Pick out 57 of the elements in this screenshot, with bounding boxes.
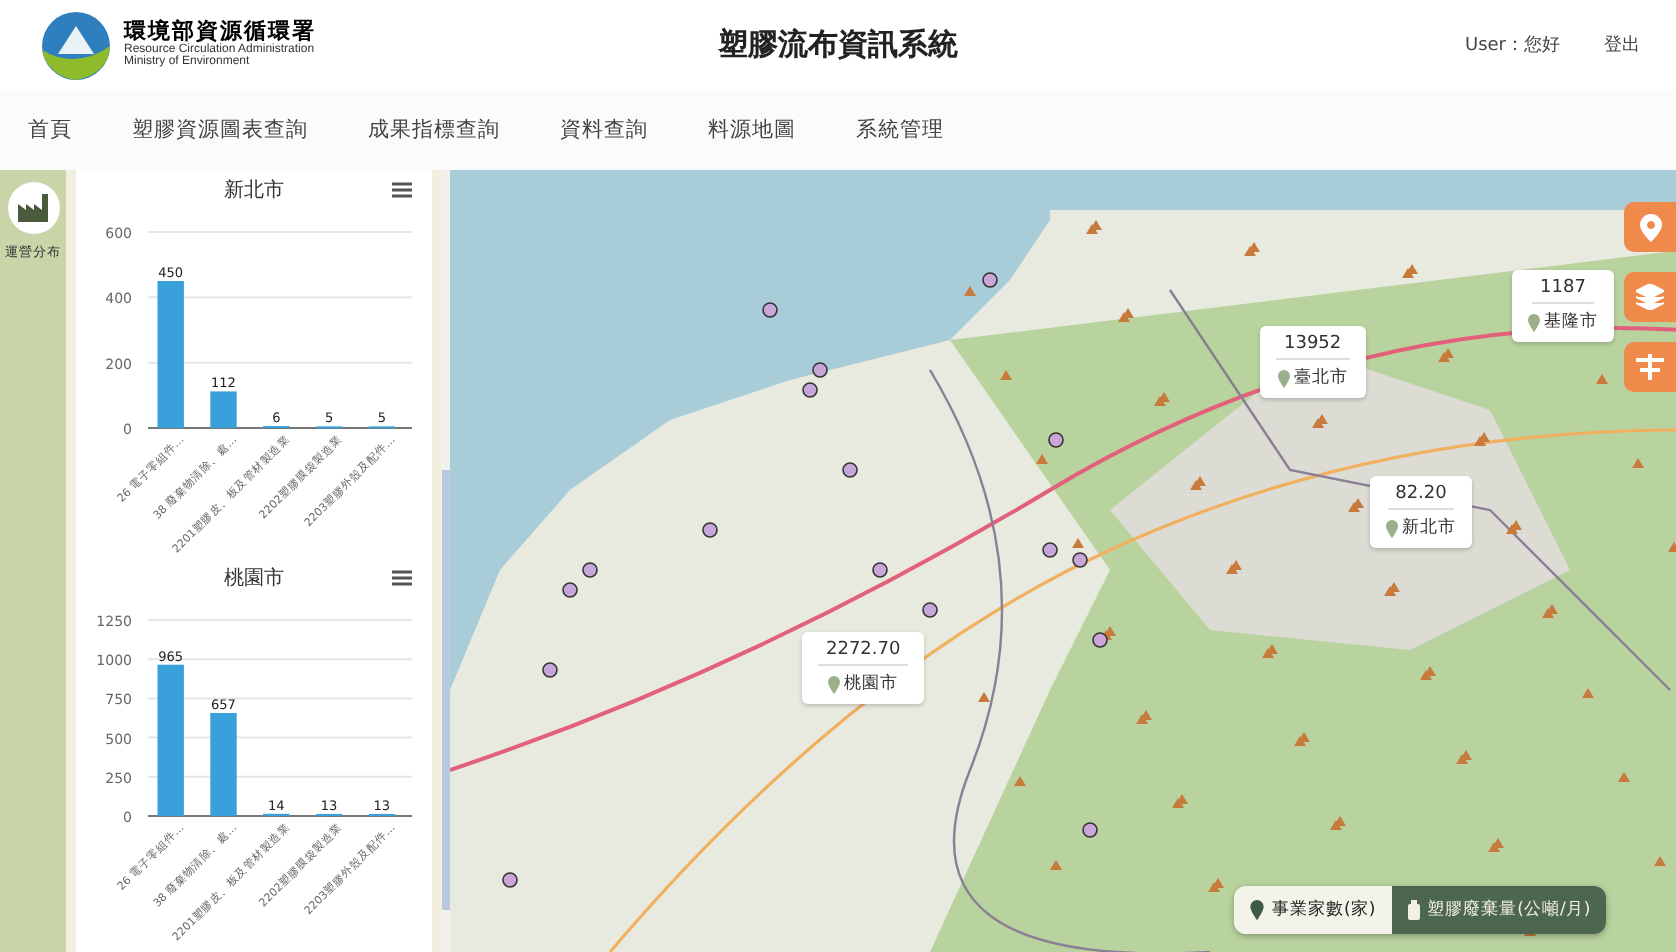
- map-pin-icon: [828, 675, 841, 693]
- map-marker[interactable]: [982, 272, 998, 288]
- factory-icon: [15, 192, 51, 224]
- map-marker[interactable]: [922, 602, 938, 618]
- map-marker[interactable]: [1072, 552, 1088, 568]
- map-marker[interactable]: [802, 382, 818, 398]
- rail-button[interactable]: [7, 182, 59, 234]
- nav-item[interactable]: 料源地圖: [708, 116, 796, 144]
- nav-item[interactable]: 系統管理: [856, 116, 944, 144]
- map-marker[interactable]: [812, 362, 828, 378]
- popup-value: 1187: [1532, 278, 1594, 304]
- map-marker[interactable]: [562, 582, 578, 598]
- chart-title: 新北市: [224, 177, 284, 204]
- map-marker[interactable]: [582, 562, 598, 578]
- layer-toggle[interactable]: 塑膠廢棄量(公噸/月): [1391, 886, 1607, 934]
- signpost-icon: [1636, 354, 1664, 380]
- organization-name: 環境部資源循環署: [124, 20, 316, 44]
- popup-city: 新北市: [1402, 516, 1456, 540]
- menu-icon[interactable]: [392, 570, 412, 586]
- nav-item[interactable]: 成果指標查詢: [368, 116, 500, 144]
- logout-link[interactable]: 登出: [1604, 32, 1640, 58]
- map-marker[interactable]: [1082, 822, 1098, 838]
- popup-city: 臺北市: [1293, 366, 1348, 390]
- chart-title: 桃園市: [224, 565, 284, 592]
- layers-icon: [1636, 284, 1664, 310]
- map-marker[interactable]: [542, 662, 558, 678]
- map-marker[interactable]: [502, 872, 518, 888]
- map-popup[interactable]: 13952 臺北市: [1260, 326, 1366, 398]
- map-marker[interactable]: [1048, 432, 1064, 448]
- layer-toggle[interactable]: 事業家數(家): [1234, 886, 1392, 934]
- popup-city: 桃園市: [844, 672, 899, 696]
- map-pin-icon: [1639, 213, 1661, 241]
- map-marker[interactable]: [702, 522, 718, 538]
- map-pin-icon: [1386, 519, 1398, 537]
- bin-icon: [1407, 900, 1420, 920]
- logo-icon: [40, 9, 112, 81]
- map-popup[interactable]: 2272.70 桃園市: [802, 632, 925, 704]
- map-popup[interactable]: 82.20 新北市: [1370, 476, 1472, 548]
- map-marker[interactable]: [1092, 632, 1108, 648]
- map-marker[interactable]: [872, 562, 888, 578]
- popup-value: 13952: [1276, 334, 1350, 360]
- nav-item[interactable]: 資料查詢: [560, 116, 648, 144]
- system-title: 塑膠流布資訊系統: [718, 26, 958, 64]
- map-pin-icon: [1528, 313, 1540, 331]
- nav-item[interactable]: 首頁: [28, 116, 72, 144]
- map-pin-icon: [1250, 900, 1264, 920]
- menu-icon[interactable]: [392, 182, 412, 198]
- map-marker[interactable]: [1042, 542, 1058, 558]
- map-popup[interactable]: 1187 基隆市: [1512, 270, 1614, 342]
- popup-value: 2272.70: [818, 640, 909, 666]
- map-marker[interactable]: [762, 302, 778, 318]
- popup-value: 82.20: [1387, 484, 1455, 510]
- user-greeting: User：您好: [1464, 33, 1560, 58]
- map-marker[interactable]: [842, 462, 858, 478]
- map-pin-icon: [1277, 369, 1290, 387]
- popup-city: 基隆市: [1544, 310, 1598, 334]
- nav-item[interactable]: 塑膠資源圖表查詢: [132, 116, 308, 144]
